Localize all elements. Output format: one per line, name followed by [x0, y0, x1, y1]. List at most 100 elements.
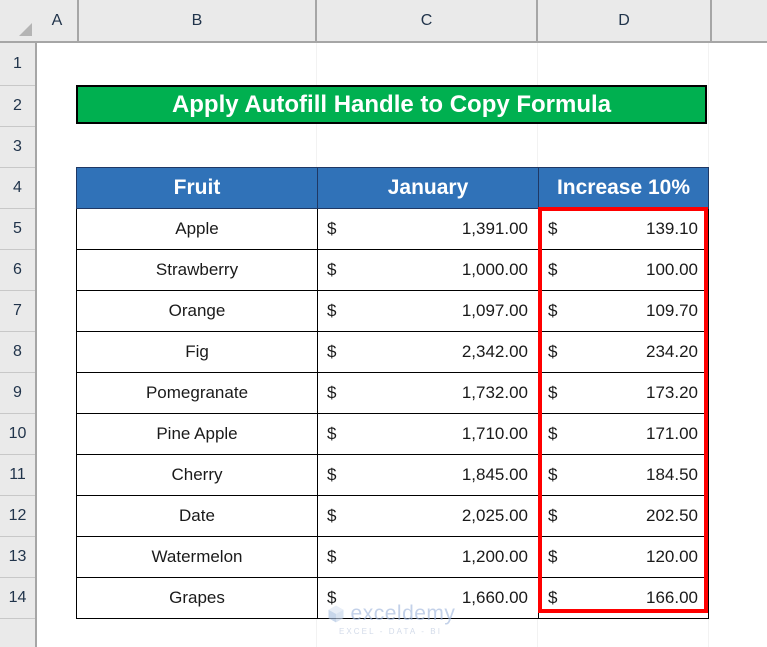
currency-symbol: $	[548, 383, 558, 402]
table-row[interactable]: Cherry $ 1,845.00 $ 184.50	[76, 454, 709, 496]
table-row[interactable]: Date $ 2,025.00 $ 202.50	[76, 495, 709, 537]
currency-symbol: $	[327, 260, 337, 279]
currency-symbol: $	[548, 547, 558, 566]
table-row[interactable]: Watermelon $ 1,200.00 $ 120.00	[76, 536, 709, 578]
cell-january[interactable]: $ 1,845.00	[317, 454, 539, 496]
cell-fruit[interactable]: Date	[76, 495, 318, 537]
row-header-13[interactable]: 13	[0, 537, 35, 578]
row-header-4[interactable]: 4	[0, 168, 35, 209]
cell-increase[interactable]: $ 184.50	[538, 454, 709, 496]
table-row[interactable]: Grapes $ 1,660.00 $ 166.00	[76, 577, 709, 619]
amount-value: 166.00	[646, 588, 698, 607]
currency-symbol: $	[327, 465, 337, 484]
amount-value: 139.10	[646, 219, 698, 238]
column-header-e[interactable]	[712, 0, 767, 41]
column-header-d[interactable]: D	[538, 0, 712, 41]
title-banner: Apply Autofill Handle to Copy Formula	[76, 85, 707, 124]
column-header-january: January	[317, 167, 539, 209]
currency-symbol: $	[327, 301, 337, 320]
currency-symbol: $	[548, 219, 558, 238]
table-row[interactable]: Fig $ 2,342.00 $ 234.20	[76, 331, 709, 373]
column-header-c[interactable]: C	[317, 0, 538, 41]
table-row[interactable]: Pine Apple $ 1,710.00 $ 171.00	[76, 413, 709, 455]
amount-value: 1,710.00	[461, 424, 528, 443]
cell-increase[interactable]: $ 171.00	[538, 413, 709, 455]
cell-fruit[interactable]: Strawberry	[76, 249, 318, 291]
spreadsheet-canvas: A B C D 1 2 3 4 5 6 7 8 9 10 11 12 13 14…	[0, 0, 767, 647]
cell-fruit[interactable]: Watermelon	[76, 536, 318, 578]
currency-symbol: $	[548, 506, 558, 525]
amount-value: 1,391.00	[461, 219, 528, 238]
cell-january[interactable]: $ 1,710.00	[317, 413, 539, 455]
select-all-corner[interactable]	[0, 0, 37, 41]
cell-january[interactable]: $ 2,025.00	[317, 495, 539, 537]
cell-increase[interactable]: $ 202.50	[538, 495, 709, 537]
cell-increase[interactable]: $ 234.20	[538, 331, 709, 373]
column-header-fruit: Fruit	[76, 167, 318, 209]
row-header-1[interactable]: 1	[0, 43, 35, 86]
row-header-7[interactable]: 7	[0, 291, 35, 332]
amount-value: 202.50	[646, 506, 698, 525]
currency-symbol: $	[548, 424, 558, 443]
row-header-2[interactable]: 2	[0, 86, 35, 127]
cell-increase[interactable]: $ 173.20	[538, 372, 709, 414]
cell-january[interactable]: $ 2,342.00	[317, 331, 539, 373]
table-row[interactable]: Apple $ 1,391.00 $ 139.10	[76, 208, 709, 250]
currency-symbol: $	[548, 301, 558, 320]
cell-january[interactable]: $ 1,660.00	[317, 577, 539, 619]
row-header-14[interactable]: 14	[0, 578, 35, 619]
currency-symbol: $	[327, 547, 337, 566]
row-header-5[interactable]: 5	[0, 209, 35, 250]
table-body: Apple $ 1,391.00 $ 139.10 Strawberry $ 1…	[76, 208, 709, 619]
cell-increase[interactable]: $ 109.70	[538, 290, 709, 332]
amount-value: 1,097.00	[461, 301, 528, 320]
row-header-6[interactable]: 6	[0, 250, 35, 291]
row-header-10[interactable]: 10	[0, 414, 35, 455]
cell-fruit[interactable]: Pomegranate	[76, 372, 318, 414]
table-row[interactable]: Strawberry $ 1,000.00 $ 100.00	[76, 249, 709, 291]
cell-fruit[interactable]: Pine Apple	[76, 413, 318, 455]
amount-value: 171.00	[646, 424, 698, 443]
row-header-8[interactable]: 8	[0, 332, 35, 373]
cell-january[interactable]: $ 1,000.00	[317, 249, 539, 291]
amount-value: 2,342.00	[461, 342, 528, 361]
column-header-strip: A B C D	[0, 0, 767, 43]
amount-value: 1,732.00	[461, 383, 528, 402]
currency-symbol: $	[548, 588, 558, 607]
row-header-3[interactable]: 3	[0, 127, 35, 168]
amount-value: 109.70	[646, 301, 698, 320]
cell-fruit[interactable]: Grapes	[76, 577, 318, 619]
currency-symbol: $	[548, 260, 558, 279]
row-header-9[interactable]: 9	[0, 373, 35, 414]
cell-january[interactable]: $ 1,732.00	[317, 372, 539, 414]
column-header-b[interactable]: B	[79, 0, 317, 41]
amount-value: 184.50	[646, 465, 698, 484]
currency-symbol: $	[548, 342, 558, 361]
table-header-row: Fruit January Increase 10%	[76, 167, 709, 209]
row-header-11[interactable]: 11	[0, 455, 35, 496]
cell-fruit[interactable]: Apple	[76, 208, 318, 250]
data-table: Fruit January Increase 10% Apple $ 1,391…	[76, 167, 709, 619]
amount-value: 1,200.00	[461, 547, 528, 566]
currency-symbol: $	[327, 342, 337, 361]
cell-increase[interactable]: $ 139.10	[538, 208, 709, 250]
cell-fruit[interactable]: Orange	[76, 290, 318, 332]
cell-increase[interactable]: $ 166.00	[538, 577, 709, 619]
cell-fruit[interactable]: Fig	[76, 331, 318, 373]
cell-fruit[interactable]: Cherry	[76, 454, 318, 496]
cell-january[interactable]: $ 1,097.00	[317, 290, 539, 332]
column-header-a[interactable]: A	[37, 0, 79, 41]
row-header-12[interactable]: 12	[0, 496, 35, 537]
cell-january[interactable]: $ 1,391.00	[317, 208, 539, 250]
currency-symbol: $	[327, 219, 337, 238]
cell-january[interactable]: $ 1,200.00	[317, 536, 539, 578]
row-header-15[interactable]	[0, 619, 35, 647]
cell-increase[interactable]: $ 100.00	[538, 249, 709, 291]
currency-symbol: $	[327, 506, 337, 525]
column-header-increase-10: Increase 10%	[538, 167, 709, 209]
cell-increase[interactable]: $ 120.00	[538, 536, 709, 578]
amount-value: 2,025.00	[461, 506, 528, 525]
currency-symbol: $	[327, 424, 337, 443]
table-row[interactable]: Orange $ 1,097.00 $ 109.70	[76, 290, 709, 332]
table-row[interactable]: Pomegranate $ 1,732.00 $ 173.20	[76, 372, 709, 414]
